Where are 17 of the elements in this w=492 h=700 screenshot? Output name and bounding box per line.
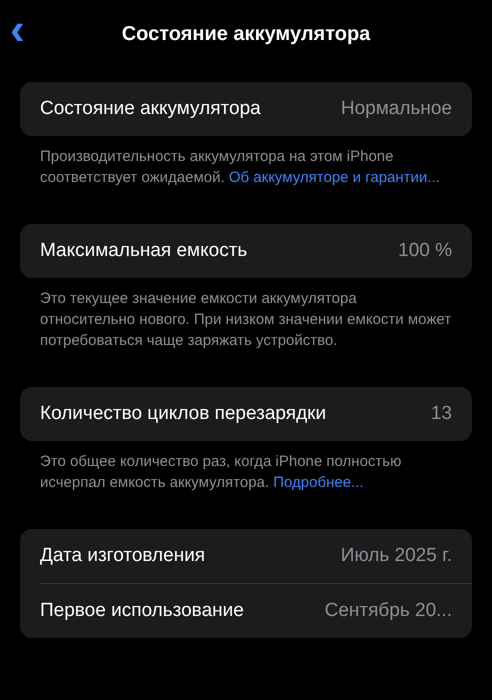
footer-note: Это текущее значение емкости аккумулятора относительно нового. При низком значении емкости может потребоваться чаще заряжать устройство. bbox=[40, 289, 452, 351]
row-value: 100 % bbox=[398, 240, 452, 262]
row-label: Первое использование bbox=[40, 600, 244, 622]
row-value: Июль 2025 г. bbox=[340, 545, 452, 567]
footer-note: Это общее количество раз, когда iPhone полностью исчерпал емкость аккумулятора. Подробнее... bbox=[40, 452, 402, 493]
row-label: Количество циклов перезарядки bbox=[40, 403, 326, 425]
back-button[interactable]: ‹ bbox=[10, 8, 25, 52]
row-value: Сентябрь 20... bbox=[324, 600, 452, 622]
info-link[interactable]: Подробнее... bbox=[273, 474, 364, 491]
row-value: 13 bbox=[430, 403, 452, 425]
row-label: Максимальная емкость bbox=[40, 240, 248, 262]
footer-note: Производительность аккумулятора на этом iPhone соответствует ожидаемой. Об аккумуляторе и гарантии... bbox=[40, 147, 441, 188]
row-label: Состояние аккумулятора bbox=[40, 98, 261, 120]
info-link[interactable]: Об аккумуляторе и гарантии... bbox=[228, 169, 440, 186]
row-label: Дата изготовления bbox=[40, 545, 206, 567]
row-value: Нормальное bbox=[340, 98, 452, 120]
page-title: Состояние аккумулятора bbox=[120, 22, 372, 46]
